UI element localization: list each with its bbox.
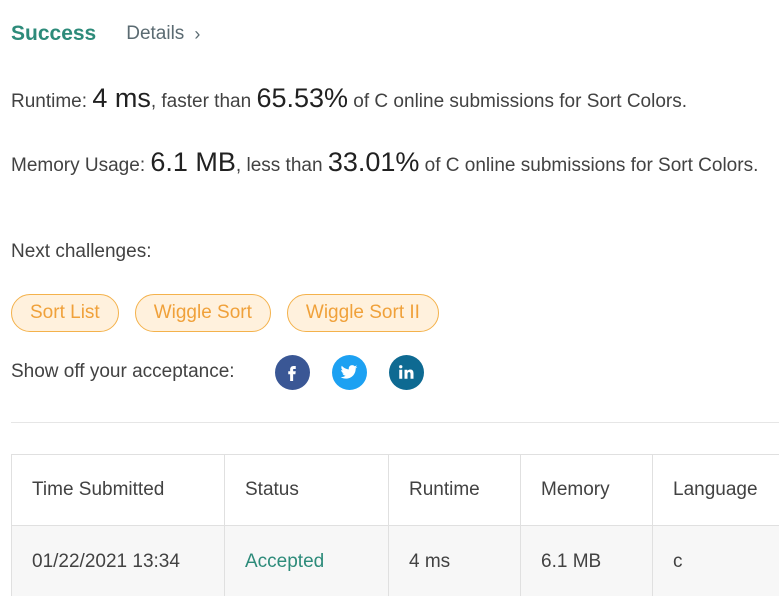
details-link[interactable]: Details ›	[126, 23, 200, 45]
column-header-language[interactable]: Language	[652, 454, 779, 526]
cell-time-submitted: 01/22/2021 13:34	[11, 525, 225, 596]
column-header-time-submitted[interactable]: Time Submitted	[11, 454, 225, 526]
runtime-stat: Runtime: 4 ms, faster than 65.53% of C o…	[11, 82, 771, 118]
column-header-status[interactable]: Status	[224, 454, 389, 526]
submission-result-page: Success Details › Runtime: 4 ms, faster …	[0, 0, 779, 601]
result-header: Success Details ›	[11, 18, 200, 50]
status-accepted-link[interactable]: Accepted	[245, 551, 324, 572]
memory-label: Memory Usage:	[11, 155, 151, 176]
submissions-table: Time Submitted Status Runtime Memory Lan…	[11, 454, 779, 596]
table-row: 01/22/2021 13:34 Accepted 4 ms 6.1 MB c	[11, 525, 779, 596]
cell-status[interactable]: Accepted	[224, 525, 389, 596]
share-row: Show off your acceptance:	[11, 354, 446, 390]
success-status: Success	[11, 22, 97, 45]
cell-language: c	[652, 525, 779, 596]
runtime-label: Runtime:	[11, 91, 93, 112]
facebook-share-button[interactable]	[274, 354, 310, 390]
challenge-chip-wiggle-sort[interactable]: Wiggle Sort	[134, 294, 271, 332]
memory-percent: 33.01%	[327, 147, 420, 177]
details-label: Details	[126, 23, 185, 44]
linkedin-icon	[399, 365, 414, 379]
chevron-right-icon: ›	[194, 23, 201, 44]
challenge-chip-sort-list[interactable]: Sort List	[11, 294, 119, 332]
facebook-icon	[288, 366, 296, 381]
next-challenges-label: Next challenges:	[11, 241, 152, 262]
share-label: Show off your acceptance:	[11, 361, 235, 382]
memory-stat: Memory Usage: 6.1 MB, less than 33.01% o…	[11, 146, 771, 182]
runtime-percent: 65.53%	[256, 83, 349, 113]
table-header-row: Time Submitted Status Runtime Memory Lan…	[11, 454, 779, 526]
section-divider	[11, 422, 779, 423]
column-header-memory[interactable]: Memory	[520, 454, 653, 526]
submissions-table-container: Time Submitted Status Runtime Memory Lan…	[11, 454, 779, 596]
twitter-icon	[340, 365, 358, 379]
memory-mid: , less than	[235, 155, 328, 176]
linkedin-share-button[interactable]	[388, 354, 424, 390]
runtime-mid: , faster than	[150, 91, 257, 112]
column-header-runtime[interactable]: Runtime	[388, 454, 521, 526]
challenge-chip-wiggle-sort-ii[interactable]: Wiggle Sort II	[286, 294, 439, 332]
memory-tail: of C online submissions for Sort Colors.	[419, 155, 759, 176]
memory-value: 6.1 MB	[150, 147, 236, 177]
twitter-share-button[interactable]	[331, 354, 367, 390]
cell-runtime: 4 ms	[388, 525, 521, 596]
cell-memory: 6.1 MB	[520, 525, 653, 596]
challenge-chips: Sort List Wiggle Sort Wiggle Sort II	[11, 294, 455, 332]
runtime-tail: of C online submissions for Sort Colors.	[348, 91, 687, 112]
runtime-value: 4 ms	[92, 83, 151, 113]
